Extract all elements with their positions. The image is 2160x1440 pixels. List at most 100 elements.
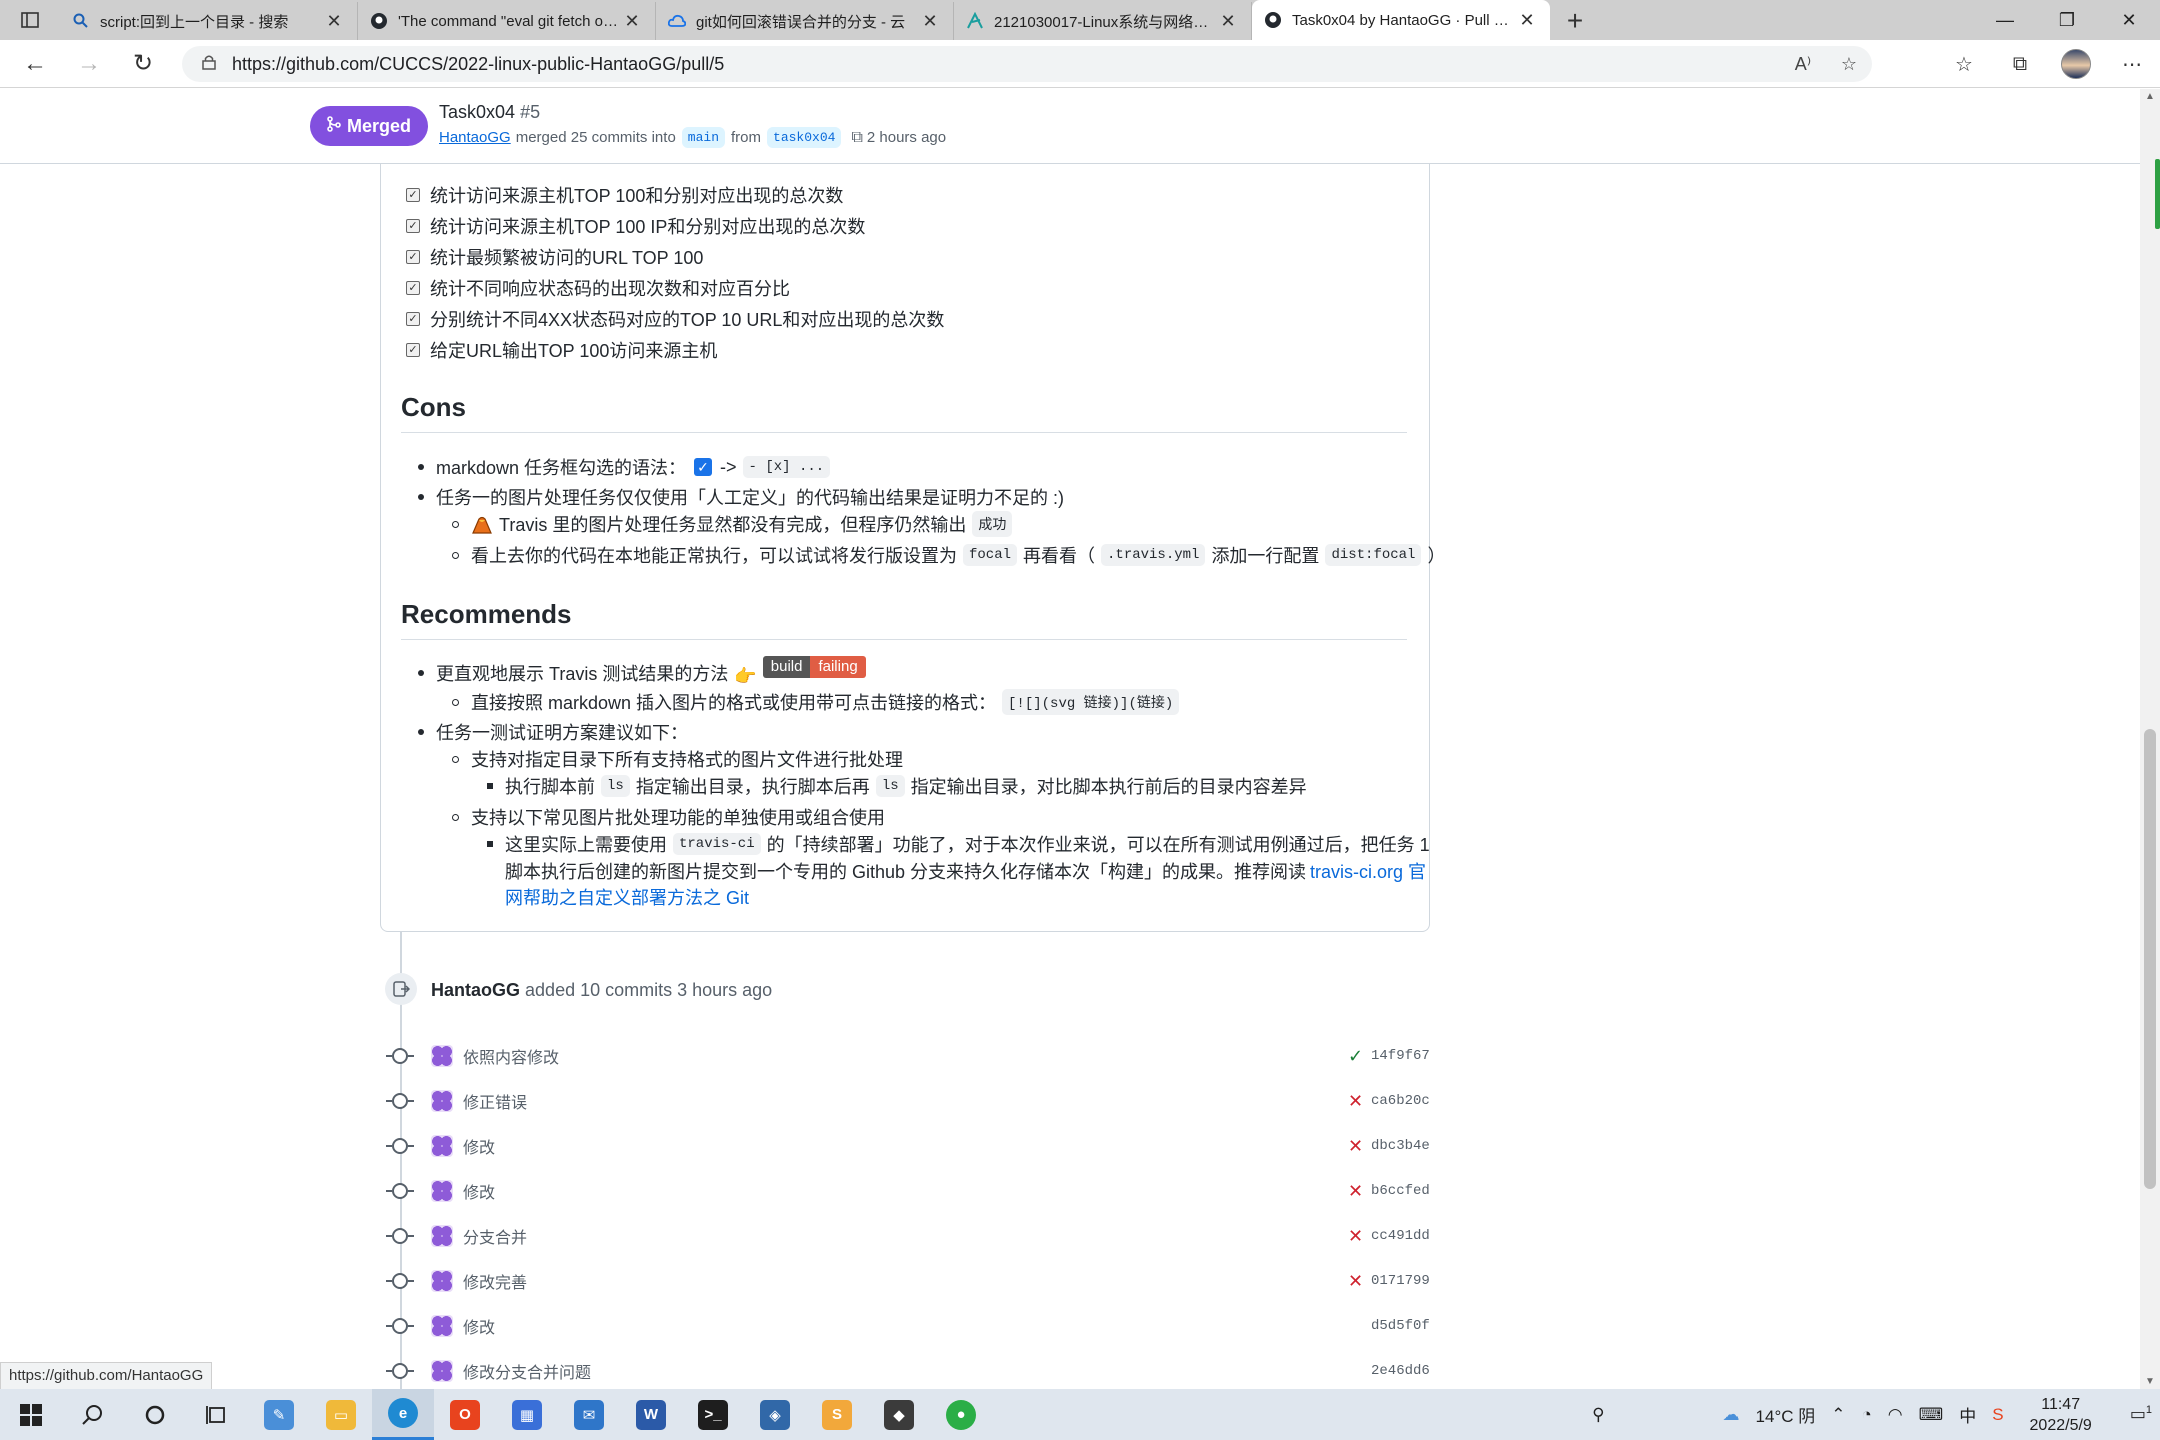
close-window-icon[interactable]: ✕: [2098, 0, 2160, 40]
commit-message[interactable]: 修改: [463, 1134, 495, 1158]
sogou-icon[interactable]: S: [1992, 1405, 2003, 1425]
event-author[interactable]: HantaoGG: [431, 980, 520, 1000]
commit-message[interactable]: 依照内容修改: [463, 1044, 559, 1068]
x-icon[interactable]: ✕: [1348, 1226, 1363, 1247]
avatar[interactable]: [431, 1315, 453, 1337]
base-branch[interactable]: main: [681, 127, 726, 148]
read-aloud-icon[interactable]: A⁾: [1780, 54, 1826, 75]
browser-tab-5[interactable]: Task0x04 by HantaoGG · Pull Req ✕: [1252, 0, 1550, 40]
taskbar-app-sublime[interactable]: S: [806, 1389, 868, 1440]
pr-meta: HantaoGG merged 25 commits into main fro…: [439, 127, 947, 148]
chevron-up-icon[interactable]: ⌃: [1831, 1405, 1845, 1425]
browser-tab-3[interactable]: git如何回滚错误合并的分支 - 云 ✕: [656, 2, 954, 40]
task-view-button[interactable]: [186, 1389, 248, 1440]
forward-button[interactable]: →: [62, 40, 116, 88]
close-icon[interactable]: ✕: [1516, 10, 1538, 31]
x-icon[interactable]: ✕: [1348, 1091, 1363, 1112]
search-button[interactable]: [62, 1389, 124, 1440]
list-item: markdown 任务框勾选的语法： ✓ -> - [x] ...: [418, 454, 836, 480]
commit-message[interactable]: 修改: [463, 1314, 495, 1338]
clock[interactable]: 11:47 2022/5/9: [2030, 1394, 2092, 1436]
commit-message[interactable]: 修改: [463, 1179, 495, 1203]
avatar[interactable]: [431, 1360, 453, 1382]
new-tab-button[interactable]: +: [1550, 2, 1600, 40]
taskbar-app-terminal[interactable]: >_: [682, 1389, 744, 1440]
qq-icon[interactable]: ◔: [1862, 1405, 1872, 1425]
taskbar-app-explorer[interactable]: ▭: [310, 1389, 372, 1440]
commit-sha[interactable]: ca6b20c: [1371, 1093, 1430, 1109]
add-favorite-icon[interactable]: ☆: [1826, 54, 1872, 75]
x-icon[interactable]: ✕: [1348, 1271, 1363, 1292]
commit-sha[interactable]: cc491dd: [1371, 1228, 1430, 1244]
scroll-up-icon[interactable]: ▲: [2144, 91, 2156, 102]
close-icon[interactable]: ✕: [323, 11, 345, 32]
weather-text[interactable]: 14°C 阴: [1756, 1402, 1816, 1427]
page-scrollbar[interactable]: ▲ ▼: [2140, 89, 2160, 1389]
tab-actions-button[interactable]: [0, 0, 60, 40]
avatar[interactable]: [431, 1180, 453, 1202]
taskbar-app-wechat[interactable]: ●: [930, 1389, 992, 1440]
close-icon[interactable]: ✕: [621, 11, 643, 32]
taskbar-app-virtualbox[interactable]: ◈: [744, 1389, 806, 1440]
taskbar-app-store[interactable]: ▦: [496, 1389, 558, 1440]
browser-tab-4[interactable]: 2121030017-Linux系统与网络管理 ✕: [954, 2, 1252, 40]
avatar[interactable]: [431, 1270, 453, 1292]
collections-icon[interactable]: ⧉: [1992, 40, 2048, 88]
inline-code: 成功: [972, 511, 1013, 537]
cortana-button[interactable]: [124, 1389, 186, 1440]
head-branch[interactable]: task0x04: [767, 127, 842, 148]
browser-tab-2[interactable]: 'The command "eval git fetch origin ✕: [358, 2, 656, 40]
word-icon: W: [636, 1399, 666, 1430]
travis-docs-link[interactable]: 网帮助之自定义部署方法之 Git: [505, 884, 749, 910]
build-status-badge[interactable]: build failing: [762, 656, 866, 678]
avatar[interactable]: [431, 1135, 453, 1157]
pr-author-link[interactable]: HantaoGG: [439, 129, 511, 146]
back-button[interactable]: ←: [8, 40, 62, 88]
avatar[interactable]: [431, 1045, 453, 1067]
taskbar-app-office[interactable]: O: [434, 1389, 496, 1440]
close-icon[interactable]: ✕: [1217, 11, 1239, 32]
url-text[interactable]: https://github.com/CUCCS/2022-linux-publ…: [232, 54, 724, 75]
taskbar-app-edge[interactable]: e: [372, 1389, 434, 1440]
scroll-thumb[interactable]: [2144, 729, 2156, 1189]
commit-message[interactable]: 修正错误: [463, 1089, 527, 1113]
x-icon[interactable]: ✕: [1348, 1136, 1363, 1157]
travis-docs-link[interactable]: travis-ci.org 官: [1310, 858, 1426, 884]
favorites-icon[interactable]: ☆: [1936, 40, 1992, 88]
check-icon[interactable]: ✓: [1348, 1046, 1363, 1067]
taskbar-app-git[interactable]: ◆: [868, 1389, 930, 1440]
taskbar-app-word[interactable]: W: [620, 1389, 682, 1440]
minimize-icon[interactable]: —: [1974, 0, 2036, 40]
commit-sha[interactable]: d5d5f0f: [1371, 1318, 1430, 1334]
notification-icon[interactable]: ▭1: [2130, 1404, 2152, 1425]
browser-tab-1[interactable]: script:回到上一个目录 - 搜索 ✕: [60, 2, 358, 40]
refresh-button[interactable]: ↻: [116, 40, 170, 88]
x-icon[interactable]: ✕: [1348, 1181, 1363, 1202]
close-icon[interactable]: ✕: [919, 11, 941, 32]
cloud-weather-icon[interactable]: ☁: [1723, 1405, 1740, 1425]
commit-sha[interactable]: dbc3b4e: [1371, 1138, 1430, 1154]
wifi-icon[interactable]: ◠: [1888, 1405, 1903, 1425]
scroll-down-icon[interactable]: ▼: [2144, 1376, 2156, 1387]
taskbar-app-mail[interactable]: ✉: [558, 1389, 620, 1440]
commit-sha[interactable]: 0171799: [1371, 1273, 1430, 1289]
ime-indicator[interactable]: 中: [1959, 1402, 1976, 1427]
avatar[interactable]: [431, 1225, 453, 1247]
people-icon[interactable]: ⚲: [1592, 1405, 1604, 1425]
profile-button[interactable]: [2048, 40, 2104, 88]
commit-message[interactable]: 分支合并: [463, 1224, 527, 1248]
restore-icon[interactable]: ❐: [2036, 0, 2098, 40]
commit-sha[interactable]: 14f9f67: [1371, 1048, 1430, 1064]
inline-code: travis-ci: [673, 833, 761, 855]
commit-sha[interactable]: b6ccfed: [1371, 1183, 1430, 1199]
taskbar-app-paint[interactable]: ✎: [248, 1389, 310, 1440]
start-button[interactable]: [0, 1389, 62, 1440]
commit-message[interactable]: 修改完善: [463, 1269, 527, 1293]
avatar[interactable]: [431, 1090, 453, 1112]
address-bar[interactable]: https://github.com/CUCCS/2022-linux-publ…: [182, 46, 1872, 82]
commit-message[interactable]: 修改分支合并问题: [463, 1359, 591, 1383]
more-options-icon[interactable]: ⋯: [2104, 40, 2160, 88]
copy-icon[interactable]: ⧉: [851, 129, 862, 147]
keyboard-icon[interactable]: ⌨: [1919, 1405, 1944, 1425]
commit-sha[interactable]: 2e46dd6: [1371, 1363, 1430, 1379]
